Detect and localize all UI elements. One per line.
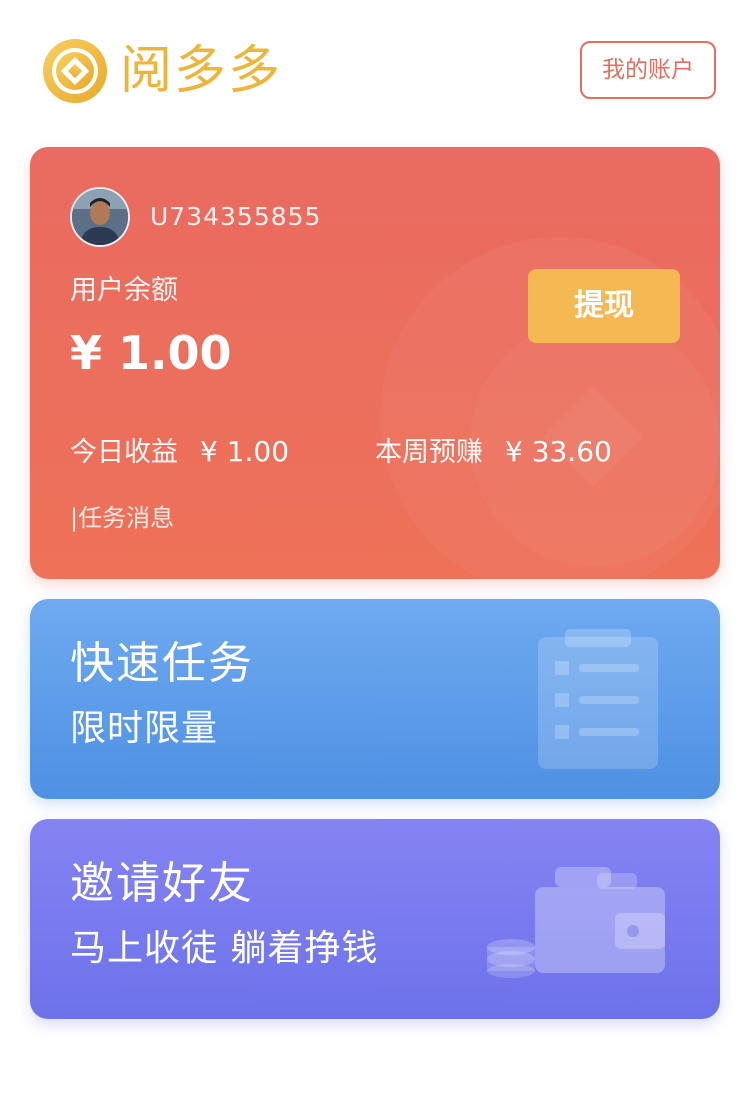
- withdraw-button[interactable]: 提现: [528, 269, 680, 343]
- balance-value: ¥ 1.00: [70, 326, 232, 380]
- week-estimate-label: 本周预赚: [375, 437, 483, 468]
- quick-task-title: 快速任务: [70, 638, 254, 689]
- week-estimate-value: ¥ 33.60: [505, 435, 612, 468]
- today-earnings: 今日收益 ¥ 1.00: [70, 433, 289, 472]
- balance-label: 用户余额: [70, 275, 178, 306]
- clipboard-list-icon: [538, 629, 658, 769]
- user-photo-icon: [72, 189, 128, 245]
- today-earnings-label: 今日收益: [70, 437, 178, 468]
- app-title: 阅多多: [120, 41, 283, 101]
- my-account-button[interactable]: 我的账户: [580, 41, 716, 99]
- coin-logo-icon: [43, 39, 107, 103]
- week-estimate: 本周预赚 ¥ 33.60: [375, 433, 612, 472]
- invite-subtitle: 马上收徒 躺着挣钱: [70, 928, 379, 969]
- quick-task-card[interactable]: 快速任务 限时限量: [30, 599, 720, 799]
- header: 阅多多 我的账户: [0, 0, 750, 140]
- quick-task-subtitle: 限时限量: [70, 708, 219, 749]
- wallet-icon: [487, 867, 665, 978]
- today-earnings-value: ¥ 1.00: [200, 435, 290, 468]
- invite-friends-card[interactable]: 邀请好友 马上收徒 躺着挣钱: [30, 819, 720, 1019]
- user-id: U734355855: [150, 202, 322, 231]
- balance-card: U734355855 用户余额 ¥ 1.00 提现 今日收益 ¥ 1.00 本周预…: [30, 147, 720, 579]
- avatar[interactable]: [70, 187, 130, 247]
- task-message[interactable]: |任务消息: [70, 501, 174, 535]
- invite-title: 邀请好友: [70, 858, 254, 909]
